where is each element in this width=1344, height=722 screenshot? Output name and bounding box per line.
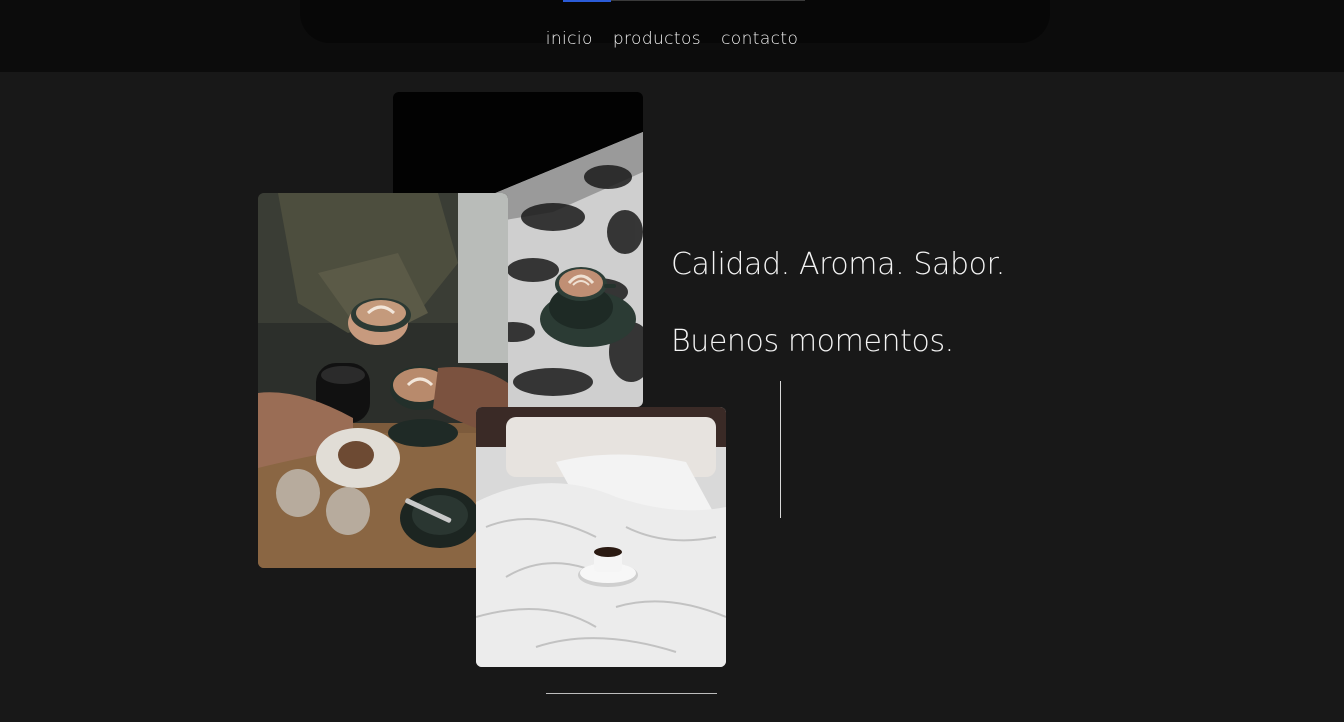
nav-link-contacto[interactable]: contacto (721, 28, 798, 50)
top-navbar: inicio productos contacto (0, 0, 1344, 72)
nav-link-productos[interactable]: productos (613, 28, 701, 50)
nav-link-inicio[interactable]: inicio (546, 28, 593, 50)
main-nav: inicio productos contacto (0, 28, 1344, 50)
headline-moments: Buenos momentos. (671, 324, 954, 359)
horizontal-divider (546, 693, 717, 694)
vertical-divider (780, 381, 781, 518)
navbar-divider (611, 0, 805, 1)
coffee-toast-photo (258, 193, 508, 568)
headline-quality: Calidad. Aroma. Sabor. (671, 247, 1005, 282)
navbar-accent-line (563, 0, 611, 2)
coffee-bed-photo (476, 407, 726, 667)
